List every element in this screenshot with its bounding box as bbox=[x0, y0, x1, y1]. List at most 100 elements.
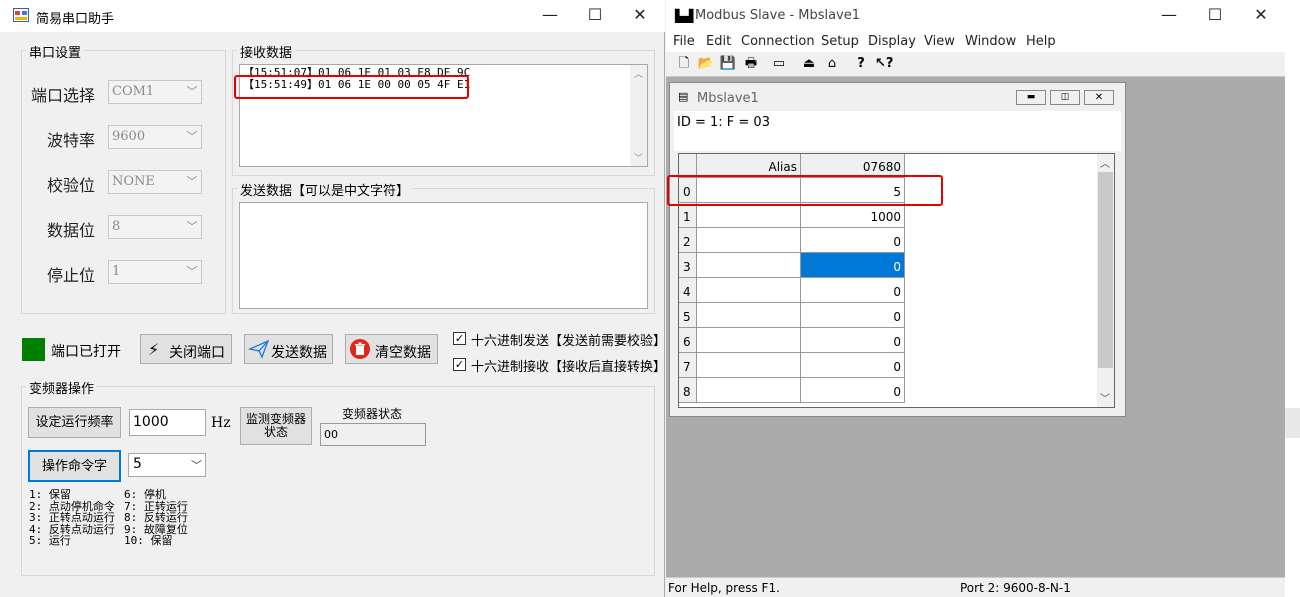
maximize-button[interactable]: ☐ bbox=[572, 0, 618, 30]
title-bar[interactable]: 简易串口助手 — ☐ ✕ bbox=[0, 0, 665, 32]
alias-cell[interactable] bbox=[697, 253, 801, 278]
scroll-down-icon[interactable]: ﹀ bbox=[1100, 390, 1110, 405]
menu-edit[interactable]: Edit bbox=[706, 34, 731, 49]
connect-icon[interactable]: ⏏ bbox=[800, 55, 818, 73]
disconnect-icon[interactable]: ⌂ bbox=[823, 55, 841, 73]
hex-send-label: 十六进制发送【发送前需要校验】 bbox=[471, 334, 667, 349]
close-button[interactable]: ✕ bbox=[1238, 0, 1284, 30]
title-bar[interactable]: ▙▟ Modbus Slave - Mbslave1 — ☐ ✕ bbox=[666, 0, 1285, 32]
alias-cell[interactable] bbox=[697, 328, 801, 353]
alias-cell[interactable] bbox=[697, 203, 801, 228]
desktop-background bbox=[1285, 0, 1300, 597]
chevron-down-icon: ﹀ bbox=[186, 265, 198, 278]
mbslave-child-window: ▤ Mbslave1 ▬ ◫ ✕ ID = 1: F = 03 Alias 07… bbox=[669, 82, 1126, 417]
scroll-up-icon[interactable]: ︿ bbox=[1100, 155, 1110, 170]
minimize-button[interactable]: — bbox=[527, 0, 573, 30]
menu-file[interactable]: File bbox=[673, 34, 695, 49]
value-cell[interactable]: 0 bbox=[801, 378, 905, 403]
set-frequency-button[interactable]: 设定运行频率 bbox=[28, 407, 121, 438]
row-index[interactable]: 6 bbox=[679, 328, 697, 353]
maximize-button[interactable]: ☐ bbox=[1192, 0, 1238, 30]
hex-send-checkbox[interactable]: ✓ bbox=[453, 332, 466, 345]
row-index[interactable]: 1 bbox=[679, 203, 697, 228]
command-button[interactable]: 操作命令字 bbox=[28, 450, 121, 482]
close-port-button[interactable]: ⚡ 关闭端口 bbox=[140, 334, 232, 364]
alias-cell[interactable] bbox=[697, 353, 801, 378]
baud-select[interactable]: 9600 ﹀ bbox=[108, 125, 202, 149]
close-button[interactable]: ✕ bbox=[617, 0, 663, 30]
row-index[interactable]: 7 bbox=[679, 353, 697, 378]
stopbits-select[interactable]: 1 ﹀ bbox=[108, 260, 202, 284]
child-close-button[interactable]: ✕ bbox=[1084, 90, 1114, 105]
save-icon[interactable]: 💾 bbox=[719, 55, 737, 73]
alias-cell[interactable] bbox=[697, 278, 801, 303]
hex-receive-checkbox[interactable]: ✓ bbox=[453, 358, 466, 371]
menu-setup[interactable]: Setup bbox=[821, 34, 859, 49]
row-index[interactable]: 5 bbox=[679, 303, 697, 328]
context-help-icon[interactable]: ↖? bbox=[875, 55, 893, 73]
menu-view[interactable]: View bbox=[924, 34, 955, 49]
command-legend-right: 6: 停机 7: 正转运行 8: 反转运行 9: 故障复位 10: 保留 bbox=[124, 489, 188, 547]
child-title-bar[interactable]: ▤ Mbslave1 ▬ ◫ ✕ bbox=[670, 83, 1125, 111]
doc-icon: ▤ bbox=[678, 90, 689, 103]
child-minimize-button[interactable]: ▬ bbox=[1016, 90, 1046, 105]
menu-window[interactable]: Window bbox=[965, 34, 1016, 49]
menu-help[interactable]: Help bbox=[1026, 34, 1056, 49]
scroll-thumb[interactable] bbox=[1098, 172, 1113, 368]
legend-item: 6: 停机 bbox=[124, 488, 166, 501]
legend-item: 3: 正转点动运行 bbox=[29, 511, 115, 524]
value-cell[interactable]: 1000 bbox=[801, 203, 905, 228]
clear-data-label: 清空数据 bbox=[375, 345, 431, 361]
print-icon[interactable]: 🖶 bbox=[742, 55, 760, 73]
row-index[interactable]: 3 bbox=[679, 253, 697, 278]
open-icon[interactable]: 📂 bbox=[697, 55, 715, 73]
alias-cell[interactable] bbox=[697, 303, 801, 328]
value-cell[interactable]: 0 bbox=[801, 278, 905, 303]
command-value: 5 bbox=[133, 456, 142, 472]
parity-value: NONE bbox=[112, 174, 155, 189]
monitor-vfd-button[interactable]: 监测变频器 状态 bbox=[240, 407, 312, 445]
grid-scrollbar[interactable]: ︿ ﹀ bbox=[1097, 154, 1114, 407]
port-select[interactable]: COM1 ﹀ bbox=[108, 80, 202, 104]
window-icon[interactable]: ▭ bbox=[770, 55, 788, 73]
send-data-button[interactable]: 发送数据 bbox=[244, 334, 333, 364]
port-settings-label: 串口设置 bbox=[26, 42, 85, 61]
menu-display[interactable]: Display bbox=[868, 34, 916, 49]
value-cell[interactable]: 0 bbox=[801, 228, 905, 253]
child-restore-button[interactable]: ◫ bbox=[1050, 90, 1080, 105]
receive-scrollbar[interactable]: ︿ ﹀ bbox=[630, 65, 647, 166]
hex-receive-label: 十六进制接收【接收后直接转换】 bbox=[471, 360, 667, 375]
value-cell[interactable]: 0 bbox=[801, 253, 905, 278]
frequency-input[interactable]: 1000 bbox=[129, 409, 206, 436]
window-title: Modbus Slave - Mbslave1 bbox=[695, 8, 861, 23]
command-select[interactable]: 5 ﹀ bbox=[128, 453, 206, 477]
vfd-status-value: 00 bbox=[320, 423, 426, 446]
alias-cell[interactable] bbox=[697, 228, 801, 253]
row-index[interactable]: 2 bbox=[679, 228, 697, 253]
send-label: 发送数据【可以是中文字符】 bbox=[237, 180, 413, 199]
value-cell[interactable]: 0 bbox=[801, 353, 905, 378]
chevron-down-icon: ﹀ bbox=[186, 85, 198, 98]
menu-connection[interactable]: Connection bbox=[741, 34, 815, 49]
window-title: 简易串口助手 bbox=[36, 12, 115, 27]
value-cell[interactable]: 0 bbox=[801, 328, 905, 353]
child-title: Mbslave1 bbox=[697, 91, 759, 106]
scroll-down-icon[interactable]: ﹀ bbox=[634, 151, 643, 164]
value-cell[interactable]: 0 bbox=[801, 303, 905, 328]
new-icon[interactable]: 🗋 bbox=[675, 55, 693, 73]
send-textbox[interactable] bbox=[239, 202, 648, 309]
alias-cell[interactable] bbox=[697, 378, 801, 403]
slave-header: ID = 1: F = 03 bbox=[677, 115, 770, 130]
help-icon[interactable]: ? bbox=[852, 55, 870, 73]
stopbits-value: 1 bbox=[112, 264, 121, 279]
menu-bar: File Edit Connection Setup Display View … bbox=[666, 32, 1285, 52]
clear-data-button[interactable]: 清空数据 bbox=[345, 334, 438, 364]
row-index[interactable]: 4 bbox=[679, 278, 697, 303]
databits-label: 数据位 bbox=[47, 221, 96, 240]
row-index[interactable]: 8 bbox=[679, 378, 697, 403]
databits-select[interactable]: 8 ﹀ bbox=[108, 215, 202, 239]
parity-select[interactable]: NONE ﹀ bbox=[108, 170, 202, 194]
scroll-up-icon[interactable]: ︿ bbox=[634, 67, 643, 80]
minimize-button[interactable]: — bbox=[1146, 0, 1192, 30]
command-legend-left: 1: 保留 2: 点动停机命令 3: 正转点动运行 4: 反转点动运行 5: 运… bbox=[29, 489, 115, 547]
